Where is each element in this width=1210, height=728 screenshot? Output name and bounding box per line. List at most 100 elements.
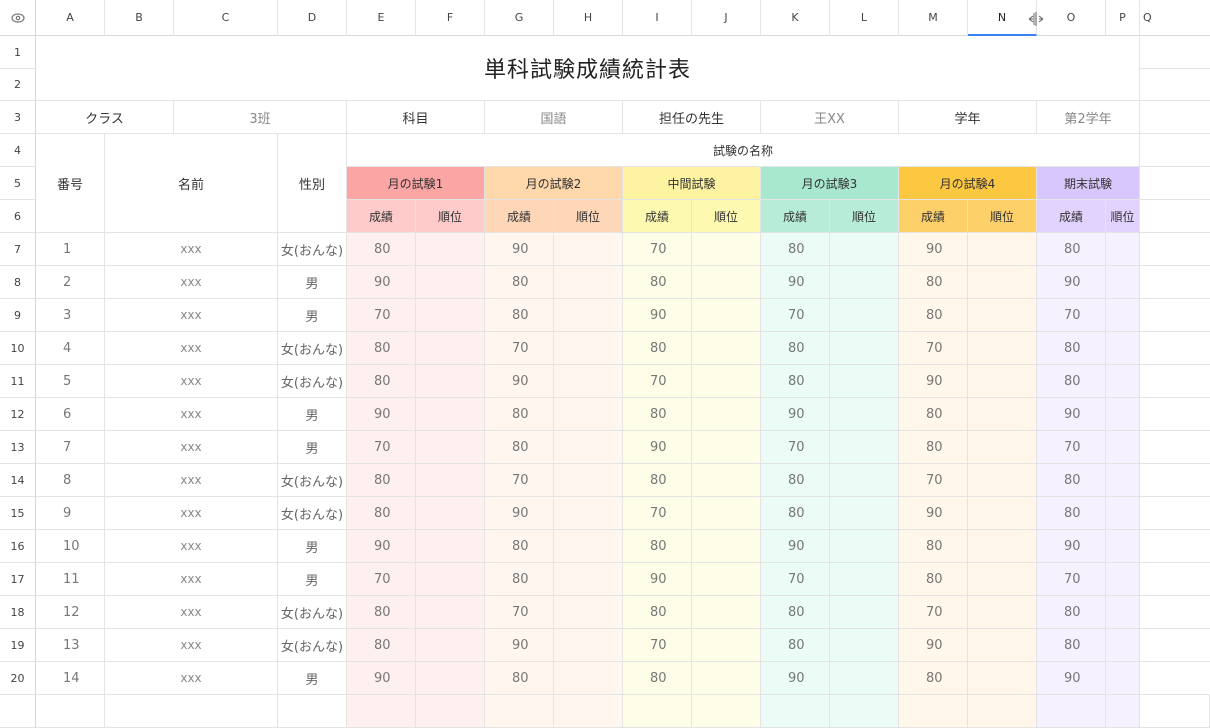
score-cell[interactable]: 80	[761, 332, 830, 365]
rank-cell[interactable]	[968, 563, 1037, 596]
column-header-j[interactable]: J	[692, 0, 761, 36]
rank-cell[interactable]	[1106, 497, 1140, 530]
exam-header-5[interactable]: 月の試験4	[899, 167, 1037, 200]
score-cell[interactable]: 90	[623, 431, 692, 464]
score-cell[interactable]: 80	[485, 563, 554, 596]
row-header-5[interactable]: 5	[0, 167, 36, 200]
rank-cell[interactable]	[554, 431, 623, 464]
student-name-cell[interactable]: xxx	[105, 365, 278, 398]
score-cell[interactable]: 70	[761, 431, 830, 464]
student-gender-cell[interactable]: 女(おんな)	[278, 497, 347, 530]
student-name-cell[interactable]: xxx	[105, 332, 278, 365]
rank-cell[interactable]	[554, 629, 623, 662]
score-cell[interactable]: 80	[1037, 365, 1106, 398]
empty-cell[interactable]	[1140, 431, 1210, 464]
score-cell[interactable]: 90	[623, 563, 692, 596]
student-number-cell[interactable]: 8	[36, 464, 105, 497]
column-header-l[interactable]: L	[830, 0, 899, 36]
rank-cell[interactable]	[416, 464, 485, 497]
rank-cell[interactable]	[830, 662, 899, 695]
score-cell[interactable]: 80	[899, 266, 968, 299]
row-header-2[interactable]: 2	[0, 69, 36, 101]
empty-cell[interactable]	[105, 695, 278, 728]
score-cell[interactable]: 90	[761, 662, 830, 695]
score-cell[interactable]: 70	[623, 629, 692, 662]
rank-cell[interactable]	[692, 233, 761, 266]
student-name-cell[interactable]: xxx	[105, 563, 278, 596]
rank-cell[interactable]	[1106, 563, 1140, 596]
empty-cell[interactable]	[1140, 563, 1210, 596]
empty-cell[interactable]	[1106, 695, 1140, 728]
score-cell[interactable]: 70	[485, 332, 554, 365]
score-cell[interactable]: 70	[899, 332, 968, 365]
rank-cell[interactable]	[692, 662, 761, 695]
score-cell[interactable]: 80	[347, 596, 416, 629]
rank-cell[interactable]	[416, 299, 485, 332]
column-header-c[interactable]: C	[174, 0, 278, 36]
rank-cell[interactable]	[1106, 662, 1140, 695]
row-header[interactable]: 10	[0, 332, 36, 365]
score-cell[interactable]: 90	[761, 266, 830, 299]
spreadsheet-grid[interactable]: A B C D E F G H I J K L M N O P Q 1 2 3 …	[0, 0, 1210, 728]
column-header-q[interactable]: Q	[1140, 0, 1210, 36]
score-cell[interactable]: 80	[347, 629, 416, 662]
rank-cell[interactable]	[416, 629, 485, 662]
row-header[interactable]: 14	[0, 464, 36, 497]
column-header-o[interactable]: O	[1037, 0, 1106, 36]
header-gender[interactable]: 性別	[278, 134, 347, 233]
student-number-cell[interactable]: 5	[36, 365, 105, 398]
rank-cell[interactable]	[692, 563, 761, 596]
empty-cell[interactable]	[1140, 662, 1210, 695]
student-gender-cell[interactable]: 男	[278, 563, 347, 596]
column-header-m[interactable]: M	[899, 0, 968, 36]
grade-label[interactable]: 学年	[899, 101, 1037, 134]
score-cell[interactable]: 80	[761, 365, 830, 398]
rank-cell[interactable]	[554, 266, 623, 299]
score-cell[interactable]: 70	[761, 299, 830, 332]
column-header-p[interactable]: P	[1106, 0, 1140, 36]
score-cell[interactable]: 70	[899, 464, 968, 497]
empty-cell[interactable]	[1140, 365, 1210, 398]
rank-cell[interactable]	[692, 332, 761, 365]
empty-cell[interactable]	[623, 695, 692, 728]
rank-cell[interactable]	[554, 596, 623, 629]
student-name-cell[interactable]: xxx	[105, 629, 278, 662]
empty-cell[interactable]	[1140, 36, 1210, 69]
student-number-cell[interactable]: 2	[36, 266, 105, 299]
rank-cell[interactable]	[692, 464, 761, 497]
student-gender-cell[interactable]: 女(おんな)	[278, 365, 347, 398]
rank-cell[interactable]	[830, 299, 899, 332]
rank-cell[interactable]	[1106, 530, 1140, 563]
student-number-cell[interactable]: 3	[36, 299, 105, 332]
rank-cell[interactable]	[830, 530, 899, 563]
score-cell[interactable]: 80	[485, 299, 554, 332]
eye-icon[interactable]	[0, 0, 36, 36]
rank-cell[interactable]	[692, 398, 761, 431]
rank-cell[interactable]	[692, 596, 761, 629]
student-number-cell[interactable]: 7	[36, 431, 105, 464]
score-cell[interactable]: 90	[485, 629, 554, 662]
score-cell[interactable]: 90	[899, 497, 968, 530]
rank-header[interactable]: 順位	[830, 200, 899, 233]
page-title[interactable]: 単科試験成績統計表	[36, 36, 1140, 101]
rank-cell[interactable]	[830, 233, 899, 266]
column-header-e[interactable]: E	[347, 0, 416, 36]
score-cell[interactable]: 90	[347, 530, 416, 563]
empty-cell[interactable]	[1140, 101, 1210, 134]
rank-cell[interactable]	[968, 596, 1037, 629]
score-cell[interactable]: 80	[899, 662, 968, 695]
score-cell[interactable]: 80	[899, 299, 968, 332]
empty-cell[interactable]	[416, 695, 485, 728]
score-cell[interactable]: 80	[485, 266, 554, 299]
score-cell[interactable]: 70	[1037, 563, 1106, 596]
student-gender-cell[interactable]: 男	[278, 299, 347, 332]
column-header-h[interactable]: H	[554, 0, 623, 36]
empty-cell[interactable]	[1140, 134, 1210, 167]
empty-cell[interactable]	[1140, 398, 1210, 431]
student-number-cell[interactable]: 9	[36, 497, 105, 530]
empty-cell[interactable]	[1140, 200, 1210, 233]
empty-cell[interactable]	[1140, 69, 1210, 101]
rank-cell[interactable]	[830, 596, 899, 629]
teacher-value[interactable]: 王XX	[761, 101, 899, 134]
score-header[interactable]: 成績	[899, 200, 968, 233]
